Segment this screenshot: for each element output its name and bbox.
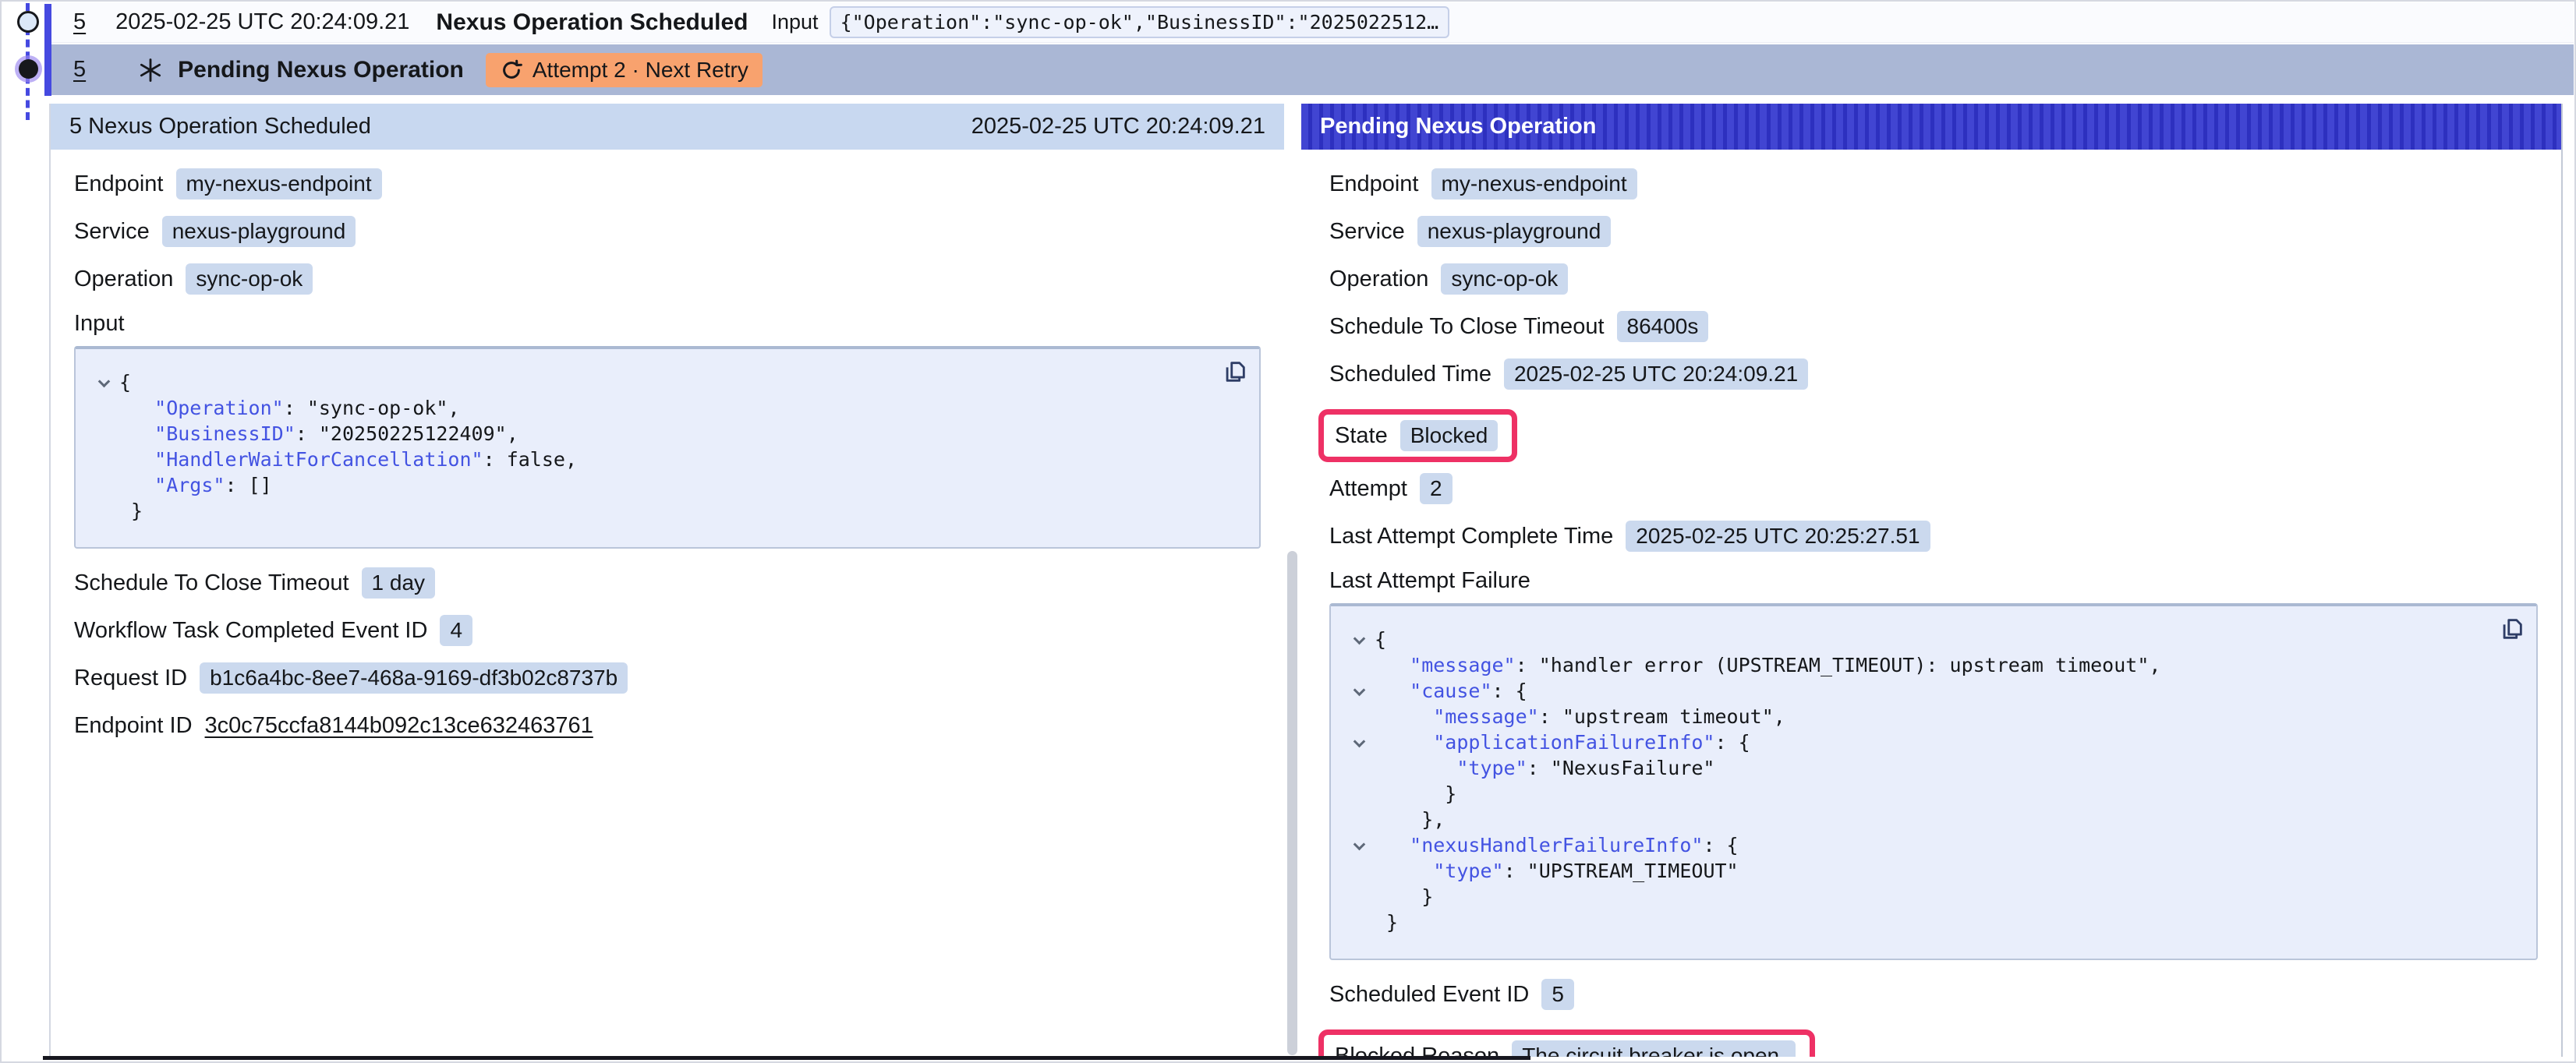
failure-json-block: {"message": "handler error (UPSTREAM_TIM…: [1329, 603, 2538, 960]
code-line: }: [1343, 884, 2521, 909]
scheduled-pane-header: 5 Nexus Operation Scheduled 2025-02-25 U…: [51, 104, 1284, 150]
field-operation: Operation sync-op-ok: [1329, 263, 2538, 295]
collapse-chevron-icon[interactable]: [1353, 633, 1365, 645]
field-attempt: Attempt 2: [1329, 473, 2538, 504]
pending-pane-header: Pending Nexus Operation: [1301, 104, 2561, 150]
retry-badge-label: Attempt 2 · Next Retry: [533, 58, 748, 83]
code-line: }: [1343, 909, 2521, 935]
event-input-label: Input: [772, 10, 819, 34]
code-line: "type": "NexusFailure": [1343, 755, 2521, 781]
event-title: Nexus Operation Scheduled: [436, 9, 748, 36]
copy-icon[interactable]: [1222, 358, 1248, 385]
code-line: "Args": []: [88, 472, 1244, 498]
code-line: },: [1343, 807, 2521, 832]
field-service: Service nexus-playground: [74, 216, 1261, 247]
code-line: "cause": {: [1343, 678, 2521, 704]
blocked-reason-annotation-box: Blocked Reason The circuit breaker is op…: [1318, 1029, 1815, 1057]
detail-drawer-bottom-edge: [43, 1056, 1530, 1060]
field-request-id: Request ID b1c6a4bc-8ee7-468a-9169-df3b0…: [74, 662, 1261, 694]
pending-operation-pane: Pending Nexus Operation Endpoint my-nexu…: [1301, 104, 2563, 1057]
left-pane-scrollbar[interactable]: [1286, 104, 1298, 1057]
endpoint-value-badge: my-nexus-endpoint: [176, 168, 382, 200]
blocked-reason-badge: The circuit breaker is open.: [1512, 1040, 1796, 1057]
collapse-chevron-icon[interactable]: [1353, 839, 1365, 851]
copy-icon[interactable]: [2499, 616, 2525, 642]
event-row-scheduled[interactable]: 5 2025-02-25 UTC 20:24:09.21 Nexus Opera…: [51, 2, 2574, 43]
retry-attempt-badge[interactable]: Attempt 2 · Next Retry: [486, 53, 763, 87]
endpoint-id-link[interactable]: 3c0c75ccfa8144b092c13ce632463761: [205, 713, 593, 739]
service-value-badge: nexus-playground: [162, 216, 356, 247]
code-line: "Operation": "sync-op-ok",: [88, 395, 1244, 421]
pending-asterisk-icon: [137, 57, 164, 83]
scheduled-event-detail-pane: 5 Nexus Operation Scheduled 2025-02-25 U…: [49, 104, 1284, 1057]
field-scheduled-event-id: Scheduled Event ID 5: [1329, 979, 2538, 1010]
input-json-block: {"Operation": "sync-op-ok","BusinessID":…: [74, 346, 1261, 549]
state-value-badge: Blocked: [1400, 420, 1499, 451]
code-line: "HandlerWaitForCancellation": false,: [88, 447, 1244, 472]
collapse-chevron-icon[interactable]: [1353, 736, 1365, 748]
code-line: {: [1343, 627, 2521, 652]
operation-value-badge: sync-op-ok: [186, 263, 313, 295]
event-node-circle-icon: [17, 11, 39, 33]
event-input-preview[interactable]: {"Operation":"sync-op-ok","BusinessID":"…: [830, 6, 1450, 38]
scheduled-pane-time: 2025-02-25 UTC 20:24:09.21: [971, 114, 1265, 139]
scheduled-pane-title: 5 Nexus Operation Scheduled: [69, 114, 371, 139]
pending-event-title: Pending Nexus Operation: [178, 57, 464, 83]
field-state: State Blocked: [1335, 420, 1498, 451]
field-operation: Operation sync-op-ok: [74, 263, 1261, 295]
code-line: "BusinessID": "20250225122409",: [88, 421, 1244, 447]
field-schedule-to-close: Schedule To Close Timeout 1 day: [74, 567, 1261, 599]
code-line: {: [88, 369, 1244, 395]
code-line: }: [88, 498, 1244, 524]
event-id-link[interactable]: 5: [73, 9, 86, 35]
pending-pane-title: Pending Nexus Operation: [1320, 114, 1597, 139]
field-endpoint-id: Endpoint ID 3c0c75ccfa8144b092c13ce63246…: [74, 710, 1261, 741]
pending-event-id-link[interactable]: 5: [73, 57, 86, 83]
field-scheduled-time: Scheduled Time 2025-02-25 UTC 20:24:09.2…: [1329, 358, 2538, 390]
event-timeline-gutter: [0, 0, 51, 132]
code-line: "message": "handler error (UPSTREAM_TIME…: [1343, 652, 2521, 678]
code-line: "applicationFailureInfo": {: [1343, 729, 2521, 755]
code-line: "type": "UPSTREAM_TIMEOUT": [1343, 858, 2521, 884]
field-last-attempt-complete-time: Last Attempt Complete Time 2025-02-25 UT…: [1329, 521, 2538, 552]
state-annotation-box: State Blocked: [1318, 409, 1517, 462]
event-row-pending[interactable]: 5 Pending Nexus Operation Attempt 2 · Ne…: [51, 44, 2574, 95]
field-blocked-reason: Blocked Reason The circuit breaker is op…: [1335, 1040, 1796, 1057]
scrollbar-thumb[interactable]: [1287, 551, 1297, 1055]
collapse-chevron-icon[interactable]: [97, 376, 110, 388]
timeline-active-bar: [44, 4, 51, 96]
field-wft-completed-id: Workflow Task Completed Event ID 4: [74, 615, 1261, 646]
retry-icon: [500, 58, 523, 82]
collapse-chevron-icon[interactable]: [1353, 684, 1365, 697]
field-endpoint: Endpoint my-nexus-endpoint: [1329, 168, 2538, 200]
field-service: Service nexus-playground: [1329, 216, 2538, 247]
event-time: 2025-02-25 UTC 20:24:09.21: [115, 9, 409, 35]
last-attempt-failure-label: Last Attempt Failure: [1329, 568, 2538, 594]
code-line: }: [1343, 781, 2521, 807]
field-endpoint: Endpoint my-nexus-endpoint: [74, 168, 1261, 200]
code-line: "nexusHandlerFailureInfo": {: [1343, 832, 2521, 858]
event-node-filled-icon: [19, 59, 38, 79]
code-line: "message": "upstream timeout",: [1343, 704, 2521, 729]
input-section-label: Input: [74, 311, 1261, 337]
field-schedule-to-close-timeout: Schedule To Close Timeout 86400s: [1329, 311, 2538, 342]
